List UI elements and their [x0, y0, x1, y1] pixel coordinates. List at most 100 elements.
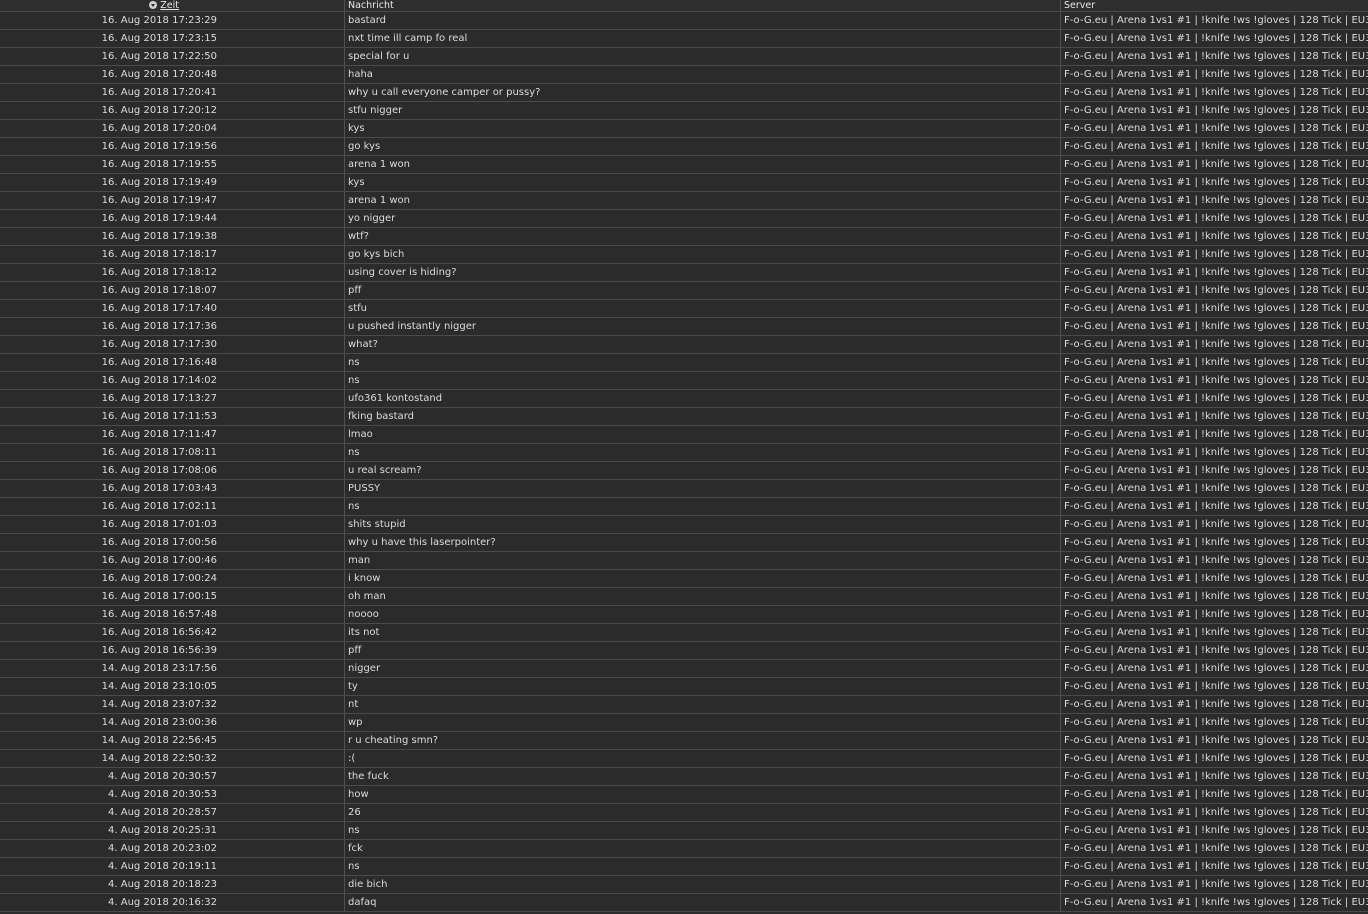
- time-cell: 14. Aug 2018 23:00:36: [0, 714, 345, 731]
- message-cell: nt: [345, 696, 1061, 713]
- time-cell: 16. Aug 2018 17:18:07: [0, 282, 345, 299]
- table-row: 16. Aug 2018 17:19:55 arena 1 won F-o-G.eu…: [0, 156, 1368, 174]
- server-cell: F-o-G.eu | Arena 1vs1 #1 | !knife !ws !g…: [1064, 861, 1368, 872]
- table-row: 16. Aug 2018 17:16:48 ns F-o-G.eu | Arena …: [0, 354, 1368, 372]
- message-cell: bastard: [345, 12, 1061, 29]
- table-row: 16. Aug 2018 17:11:53 fking bastard F-o-G.…: [0, 408, 1368, 426]
- message-cell: arena 1 won: [345, 192, 1061, 209]
- server-cell: F-o-G.eu | Arena 1vs1 #1 | !knife !ws !g…: [1064, 231, 1368, 242]
- message-cell: PUSSY: [345, 480, 1061, 497]
- time-cell: 16. Aug 2018 17:19:49: [0, 174, 345, 191]
- message-cell: r u cheating smn?: [345, 732, 1061, 749]
- time-cell: 16. Aug 2018 17:19:55: [0, 156, 345, 173]
- message-cell: stfu: [345, 300, 1061, 317]
- table-row: 4. Aug 2018 20:23:02 fck F-o-G.eu | Arena …: [0, 840, 1368, 858]
- table-row: 16. Aug 2018 17:02:11 ns F-o-G.eu | Arena …: [0, 498, 1368, 516]
- time-cell: 14. Aug 2018 23:07:32: [0, 696, 345, 713]
- message-cell: fking bastard: [345, 408, 1061, 425]
- table-row: 16. Aug 2018 17:20:41 why u call everyone…: [0, 84, 1368, 102]
- table-row: 16. Aug 2018 17:11:47 lmao F-o-G.eu | Aren…: [0, 426, 1368, 444]
- server-cell: F-o-G.eu | Arena 1vs1 #1 | !knife !ws !g…: [1064, 267, 1368, 278]
- message-cell: man: [345, 552, 1061, 569]
- message-cell: ns: [345, 822, 1061, 839]
- message-cell: haha: [345, 66, 1061, 83]
- table-row: 16. Aug 2018 17:20:04 kys F-o-G.eu | Arena…: [0, 120, 1368, 138]
- table-row: 4. Aug 2018 20:16:32 dafaq F-o-G.eu | Aren…: [0, 894, 1368, 912]
- table-row: 16. Aug 2018 17:20:48 haha F-o-G.eu | Aren…: [0, 66, 1368, 84]
- message-cell: lmao: [345, 426, 1061, 443]
- server-cell: F-o-G.eu | Arena 1vs1 #1 | !knife !ws !g…: [1064, 339, 1368, 350]
- message-cell: ns: [345, 498, 1061, 515]
- time-cell: 16. Aug 2018 17:00:24: [0, 570, 345, 587]
- time-cell: 16. Aug 2018 17:19:44: [0, 210, 345, 227]
- message-cell: die bich: [345, 876, 1061, 893]
- message-cell: ns: [345, 354, 1061, 371]
- message-cell: the fuck: [345, 768, 1061, 785]
- message-cell: u real scream?: [345, 462, 1061, 479]
- server-cell: F-o-G.eu | Arena 1vs1 #1 | !knife !ws !g…: [1064, 249, 1368, 260]
- server-cell: F-o-G.eu | Arena 1vs1 #1 | !knife !ws !g…: [1064, 213, 1368, 224]
- table-row: 16. Aug 2018 17:18:07 pff F-o-G.eu | Arena…: [0, 282, 1368, 300]
- message-cell: pff: [345, 642, 1061, 659]
- time-cell: 16. Aug 2018 17:00:46: [0, 552, 345, 569]
- time-cell: 16. Aug 2018 17:01:03: [0, 516, 345, 533]
- message-cell: yo nigger: [345, 210, 1061, 227]
- message-cell: special for u: [345, 48, 1061, 65]
- table-row: 16. Aug 2018 17:00:46 man F-o-G.eu | Arena…: [0, 552, 1368, 570]
- message-cell: what?: [345, 336, 1061, 353]
- time-cell: 14. Aug 2018 23:17:56: [0, 660, 345, 677]
- server-cell: F-o-G.eu | Arena 1vs1 #1 | !knife !ws !g…: [1064, 177, 1368, 188]
- server-cell: F-o-G.eu | Arena 1vs1 #1 | !knife !ws !g…: [1064, 609, 1368, 620]
- table-row: 4. Aug 2018 20:30:53 how F-o-G.eu | Arena …: [0, 786, 1368, 804]
- sort-link-time[interactable]: Zeit: [160, 0, 179, 11]
- table-row: 16. Aug 2018 16:56:42 its not F-o-G.eu | A…: [0, 624, 1368, 642]
- table-row: 16. Aug 2018 17:19:44 yo nigger F-o-G.eu |…: [0, 210, 1368, 228]
- table-row: 16. Aug 2018 17:08:06 u real scream? F-o-G…: [0, 462, 1368, 480]
- table-row: 16. Aug 2018 17:17:40 stfu F-o-G.eu | Aren…: [0, 300, 1368, 318]
- message-cell: pff: [345, 282, 1061, 299]
- message-cell: ns: [345, 858, 1061, 875]
- time-cell: 4. Aug 2018 20:25:31: [0, 822, 345, 839]
- table-row: 16. Aug 2018 17:17:30 what? F-o-G.eu | Are…: [0, 336, 1368, 354]
- message-cell: dafaq: [345, 894, 1061, 911]
- server-cell: F-o-G.eu | Arena 1vs1 #1 | !knife !ws !g…: [1064, 753, 1368, 764]
- server-cell: F-o-G.eu | Arena 1vs1 #1 | !knife !ws !g…: [1064, 285, 1368, 296]
- time-cell: 4. Aug 2018 20:19:11: [0, 858, 345, 875]
- column-header-time[interactable]: Zeit: [0, 0, 345, 11]
- table-row: 16. Aug 2018 17:03:43 PUSSY F-o-G.eu | Are…: [0, 480, 1368, 498]
- server-cell: F-o-G.eu | Arena 1vs1 #1 | !knife !ws !g…: [1064, 591, 1368, 602]
- column-header-message: Nachricht: [345, 0, 1061, 11]
- table-row: 14. Aug 2018 23:10:05 ty F-o-G.eu | Arena …: [0, 678, 1368, 696]
- table-row: 16. Aug 2018 17:17:36 u pushed instantly …: [0, 318, 1368, 336]
- time-cell: 16. Aug 2018 16:56:42: [0, 624, 345, 641]
- server-cell: F-o-G.eu | Arena 1vs1 #1 | !knife !ws !g…: [1064, 807, 1368, 818]
- server-cell: F-o-G.eu | Arena 1vs1 #1 | !knife !ws !g…: [1064, 843, 1368, 854]
- table-row: 16. Aug 2018 17:00:24 i know F-o-G.eu | Ar…: [0, 570, 1368, 588]
- time-cell: 16. Aug 2018 17:03:43: [0, 480, 345, 497]
- table-row: 16. Aug 2018 17:19:47 arena 1 won F-o-G.eu…: [0, 192, 1368, 210]
- sort-desc-icon[interactable]: [149, 1, 158, 9]
- message-cell: kys: [345, 174, 1061, 191]
- message-cell: oh man: [345, 588, 1061, 605]
- server-cell: F-o-G.eu | Arena 1vs1 #1 | !knife !ws !g…: [1064, 33, 1368, 44]
- server-cell: F-o-G.eu | Arena 1vs1 #1 | !knife !ws !g…: [1064, 717, 1368, 728]
- server-cell: F-o-G.eu | Arena 1vs1 #1 | !knife !ws !g…: [1064, 573, 1368, 584]
- server-cell: F-o-G.eu | Arena 1vs1 #1 | !knife !ws !g…: [1064, 483, 1368, 494]
- table-row: 4. Aug 2018 20:28:57 26 F-o-G.eu | Arena 1…: [0, 804, 1368, 822]
- server-cell: F-o-G.eu | Arena 1vs1 #1 | !knife !ws !g…: [1064, 51, 1368, 62]
- table-row: 16. Aug 2018 17:00:56 why u have this las…: [0, 534, 1368, 552]
- time-cell: 4. Aug 2018 20:16:32: [0, 894, 345, 911]
- server-cell: F-o-G.eu | Arena 1vs1 #1 | !knife !ws !g…: [1064, 195, 1368, 206]
- time-cell: 16. Aug 2018 17:17:40: [0, 300, 345, 317]
- table-row: 14. Aug 2018 22:56:45 r u cheating smn? F-…: [0, 732, 1368, 750]
- server-cell: F-o-G.eu | Arena 1vs1 #1 | !knife !ws !g…: [1064, 447, 1368, 458]
- server-cell: F-o-G.eu | Arena 1vs1 #1 | !knife !ws !g…: [1064, 789, 1368, 800]
- message-cell: why u call everyone camper or pussy?: [345, 84, 1061, 101]
- server-cell: F-o-G.eu | Arena 1vs1 #1 | !knife !ws !g…: [1064, 825, 1368, 836]
- time-cell: 16. Aug 2018 17:18:12: [0, 264, 345, 281]
- time-cell: 16. Aug 2018 17:23:29: [0, 12, 345, 29]
- table-row: 4. Aug 2018 20:19:11 ns F-o-G.eu | Arena 1…: [0, 858, 1368, 876]
- message-cell: ty: [345, 678, 1061, 695]
- server-cell: F-o-G.eu | Arena 1vs1 #1 | !knife !ws !g…: [1064, 501, 1368, 512]
- time-cell: 16. Aug 2018 17:14:02: [0, 372, 345, 389]
